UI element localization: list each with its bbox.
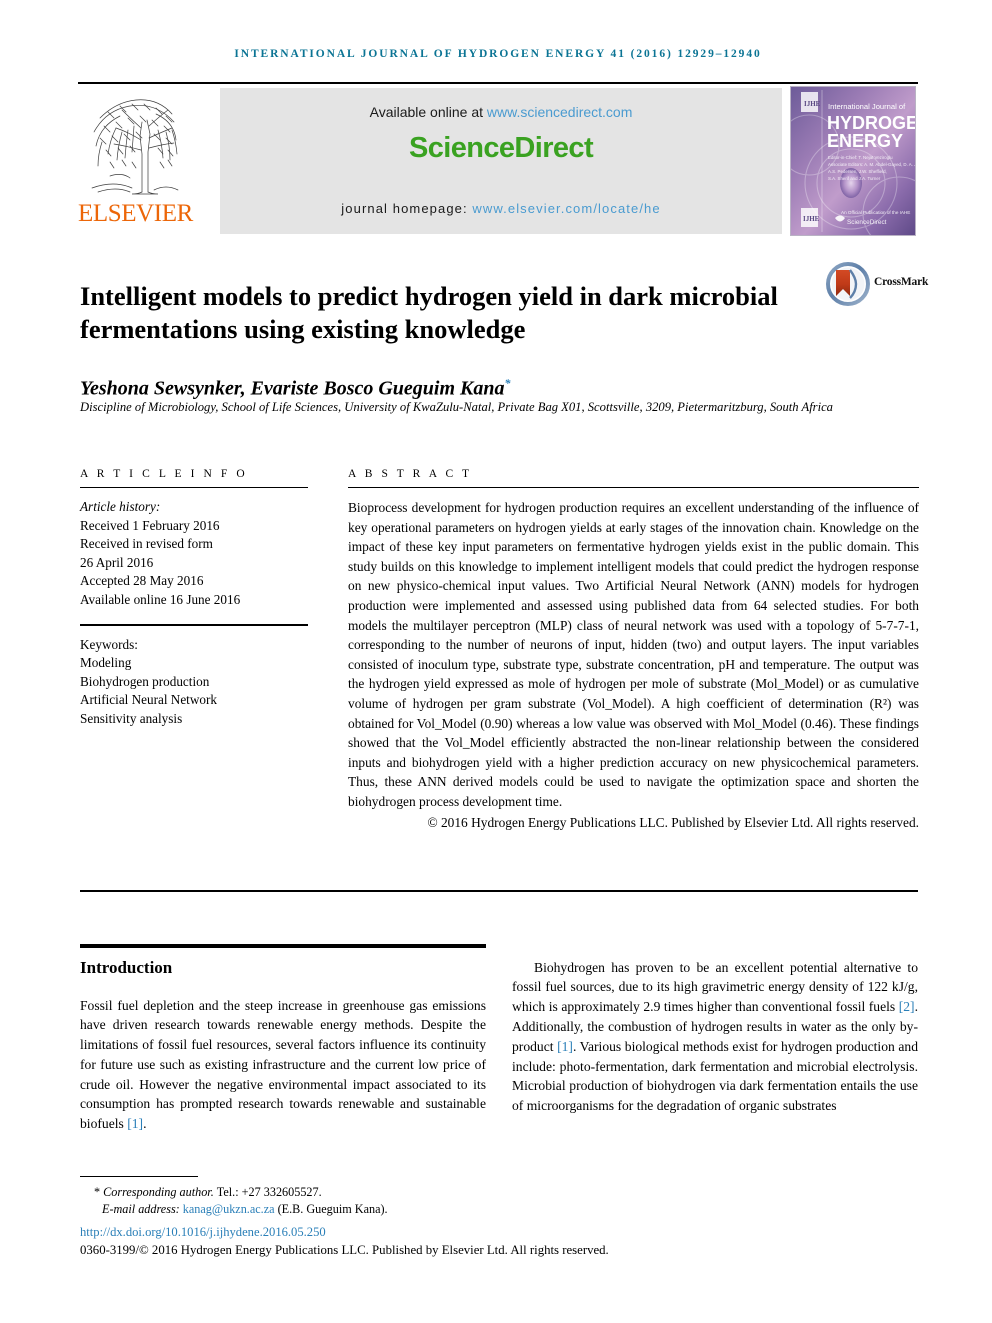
doi-link[interactable]: http://dx.doi.org/10.1016/j.ijhydene.201… xyxy=(80,1223,918,1241)
email-label: E-mail address: xyxy=(102,1202,180,1216)
introduction-paragraph-1: Fossil fuel depletion and the steep incr… xyxy=(80,996,486,1135)
abstract-section: A B S T R A C T Bioprocess development f… xyxy=(348,468,919,832)
journal-homepage-label: journal homepage: xyxy=(341,201,468,216)
citation-link[interactable]: [1] xyxy=(127,1116,143,1131)
introduction-left-column: Introduction Fossil fuel depletion and t… xyxy=(80,944,486,1148)
svg-text:Associate Editors: A. M. Abdel: Associate Editors: A. M. Abdel-Gayed, D.… xyxy=(828,162,915,167)
corresponding-tel: Tel.: +27 332605527. xyxy=(216,1185,322,1199)
crossmark-label: CrossMark xyxy=(874,276,929,288)
svg-text:Editor-in-Chief: T. Nejat Vezi: Editor-in-Chief: T. Nejat Veziroglu xyxy=(828,155,893,160)
journal-masthead: ELSEVIER Available online at www.science… xyxy=(78,82,918,236)
sciencedirect-wordmark: ScienceDirect xyxy=(408,132,594,164)
svg-text:An Official Publication of the: An Official Publication of the IAHE xyxy=(841,210,910,215)
email-note: E-mail address: kanag@ukzn.ac.za (E.B. G… xyxy=(80,1201,918,1218)
keyword-item: Biohydrogen production xyxy=(80,673,210,689)
journal-homepage-link[interactable]: www.elsevier.com/locate/he xyxy=(472,201,660,216)
introduction-right-column: Biohydrogen has proven to be an excellen… xyxy=(512,944,918,1130)
elsevier-logo: ELSEVIER xyxy=(78,88,193,234)
running-head: International Journal of Hydrogen Energy… xyxy=(234,48,762,60)
svg-text:ENERGY: ENERGY xyxy=(827,131,903,151)
affiliation: Discipline of Microbiology, School of Li… xyxy=(80,400,833,414)
svg-text:S.A. Sherif and J.A. Turner: S.A. Sherif and J.A. Turner xyxy=(828,176,881,181)
article-info-heading: A R T I C L E I N F O xyxy=(80,468,248,480)
introduction-paragraph-2: Biohydrogen has proven to be an excellen… xyxy=(512,958,918,1116)
available-online-line: Available online at www.sciencedirect.co… xyxy=(220,104,782,120)
intro-left-tail: . xyxy=(143,1116,147,1132)
sciencedirect-banner: Available online at www.sciencedirect.co… xyxy=(220,88,782,234)
history-item: Received in revised form xyxy=(80,536,213,552)
svg-text:HYDROGEN: HYDROGEN xyxy=(827,113,915,133)
corresponding-label: Corresponding author. xyxy=(103,1185,214,1199)
issn-copyright-line: 0360-3199/© 2016 Hydrogen Energy Publica… xyxy=(80,1243,609,1257)
svg-text:A.S. Pedersen, J.W. Sheffield,: A.S. Pedersen, J.W. Sheffield, xyxy=(828,169,887,174)
page-title: Intelligent models to predict hydrogen y… xyxy=(80,280,778,344)
history-item: Received 1 February 2016 xyxy=(80,517,220,533)
history-item: Accepted 28 May 2016 xyxy=(80,573,204,589)
svg-text:ScienceDirect: ScienceDirect xyxy=(847,219,887,226)
article-history-block: Article history: Received 1 February 201… xyxy=(80,498,308,610)
elsevier-wordmark: ELSEVIER xyxy=(78,200,193,227)
crossmark-badge[interactable]: CrossMark xyxy=(826,262,928,308)
keywords-block: Keywords: Modeling Biohydrogen productio… xyxy=(80,636,308,729)
keyword-item: Artificial Neural Network xyxy=(80,692,217,708)
email-link[interactable]: kanag@ukzn.ac.za xyxy=(183,1202,275,1216)
article-info-rule xyxy=(80,487,308,488)
introduction-heading: Introduction xyxy=(80,957,173,977)
available-online-label: Available online at xyxy=(369,104,483,120)
corresponding-author-note: * Corresponding author. Tel.: +27 332605… xyxy=(80,1184,918,1201)
keywords-rule xyxy=(80,623,308,626)
svg-text:IJHE: IJHE xyxy=(804,100,821,108)
citation-link[interactable]: [2] xyxy=(899,999,915,1014)
section-divider xyxy=(80,890,918,892)
corresponding-marker: * xyxy=(94,1185,101,1199)
article-info-section: A R T I C L E I N F O Article history: R… xyxy=(80,468,308,729)
intro-left-text: Fossil fuel depletion and the steep incr… xyxy=(80,997,486,1132)
paper-page: International Journal of Hydrogen Energy… xyxy=(0,0,992,1323)
abstract-rule xyxy=(348,487,919,488)
article-history-label: Article history: xyxy=(80,499,161,514)
keywords-label: Keywords: xyxy=(80,636,138,652)
abstract-copyright: © 2016 Hydrogen Energy Publications LLC.… xyxy=(427,814,919,830)
keyword-item: Modeling xyxy=(80,655,132,671)
journal-cover-thumbnail: IJHE IJHE International Journal of HYDRO… xyxy=(790,86,916,236)
footnote-rule xyxy=(80,1176,198,1177)
svg-text:IJHE: IJHE xyxy=(803,215,820,223)
crossmark-icon xyxy=(826,262,870,306)
author-list: Yeshona Sewsynker, Evariste Bosco Guegui… xyxy=(80,371,840,401)
corresponding-author-marker[interactable]: * xyxy=(505,376,511,390)
intro-right-text-1: Biohydrogen has proven to be an excellen… xyxy=(512,959,918,1015)
citation-link[interactable]: [1] xyxy=(557,1039,573,1054)
keyword-item: Sensitivity analysis xyxy=(80,710,183,726)
masthead-top-rule xyxy=(78,82,918,84)
author-names: Yeshona Sewsynker, Evariste Bosco Guegui… xyxy=(80,377,505,400)
email-attribution: (E.B. Gueguim Kana). xyxy=(277,1202,388,1216)
history-item: Available online 16 June 2016 xyxy=(80,591,241,607)
intro-right-text-3: . Various biological methods exist for h… xyxy=(512,1038,918,1114)
sciencedirect-url-link[interactable]: www.sciencedirect.com xyxy=(487,104,633,120)
journal-homepage-line: journal homepage: www.elsevier.com/locat… xyxy=(220,201,782,216)
abstract-body: Bioprocess development for hydrogen prod… xyxy=(348,500,919,809)
introduction-rule xyxy=(80,944,486,948)
history-item: 26 April 2016 xyxy=(80,554,154,570)
svg-text:International Journal of: International Journal of xyxy=(828,102,906,111)
page-footnote: * Corresponding author. Tel.: +27 332605… xyxy=(80,1176,918,1259)
abstract-heading: A B S T R A C T xyxy=(348,468,473,480)
elsevier-tree-icon xyxy=(80,88,184,200)
